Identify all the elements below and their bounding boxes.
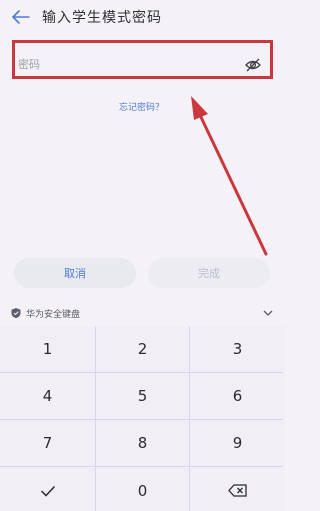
key-4[interactable]: 4 — [0, 373, 95, 419]
key-7[interactable]: 7 — [0, 420, 95, 466]
key-6[interactable]: 6 — [190, 373, 285, 419]
check-icon — [40, 485, 55, 497]
backspace-key[interactable] — [190, 467, 285, 511]
key-1[interactable]: 1 — [0, 326, 95, 372]
shield-icon — [11, 308, 21, 318]
eye-off-icon[interactable] — [244, 56, 262, 74]
confirm-key[interactable] — [0, 467, 95, 511]
key-3[interactable]: 3 — [190, 326, 285, 372]
key-8[interactable]: 8 — [96, 420, 189, 466]
key-5[interactable]: 5 — [96, 373, 189, 419]
key-9[interactable]: 9 — [190, 420, 285, 466]
header: 输入学生模式密码 — [0, 0, 283, 34]
chevron-down-icon[interactable] — [263, 308, 273, 318]
button-row: 取消 完成 — [14, 258, 270, 288]
key-2[interactable]: 2 — [96, 326, 189, 372]
page-title: 输入学生模式密码 — [42, 10, 162, 26]
cancel-button[interactable]: 取消 — [14, 258, 136, 288]
backspace-icon — [227, 484, 247, 497]
forgot-password-link[interactable]: 忘记密码？ — [0, 100, 283, 113]
arrow-left-icon — [12, 10, 30, 24]
key-0[interactable]: 0 — [96, 467, 189, 511]
confirm-button[interactable]: 完成 — [148, 258, 270, 288]
keyboard-label: 华为安全键盘 — [26, 310, 81, 320]
keyboard-bar: 华为安全键盘 — [0, 302, 283, 324]
numeric-keypad: 1 2 3 4 5 6 7 8 9 0 — [0, 326, 285, 511]
password-field — [16, 52, 266, 78]
password-input[interactable] — [16, 54, 226, 75]
back-button[interactable] — [8, 6, 34, 28]
